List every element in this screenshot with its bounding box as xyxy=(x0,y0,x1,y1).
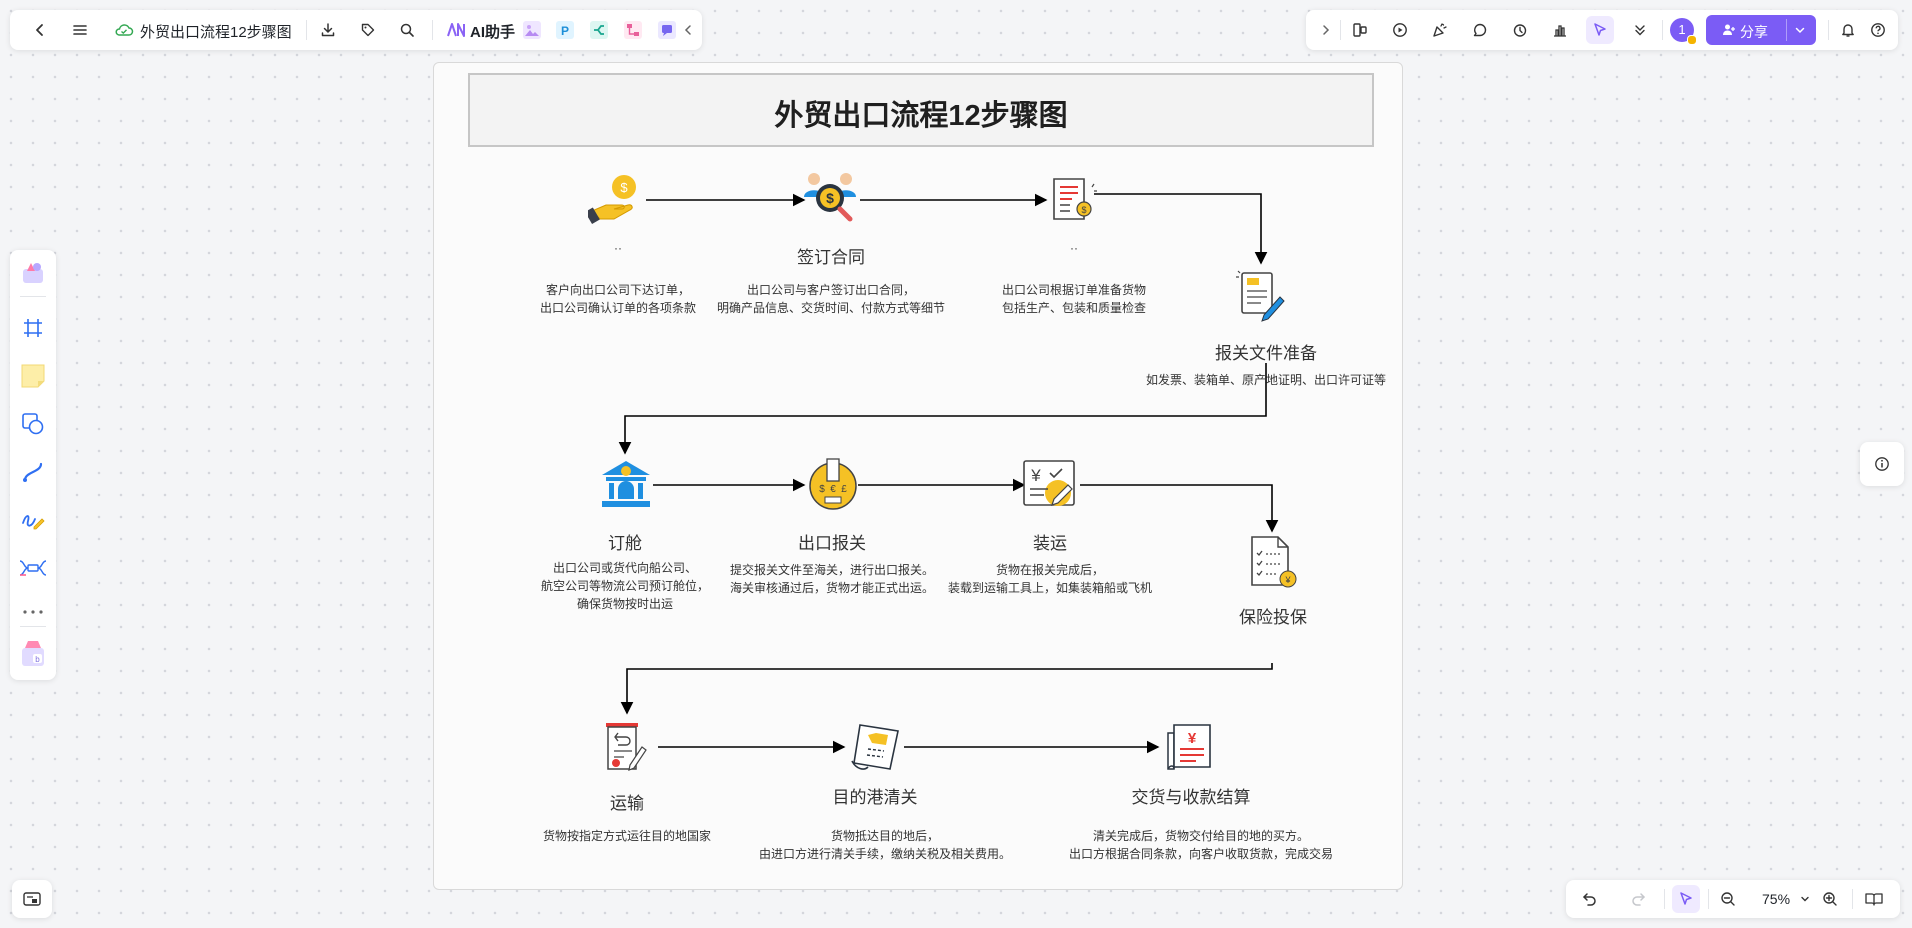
back-icon[interactable] xyxy=(26,16,54,44)
step-title: 签订合同 xyxy=(797,248,865,267)
svg-text:¥: ¥ xyxy=(1030,466,1041,485)
share-dropdown-icon[interactable] xyxy=(1794,24,1806,36)
step-description: 货物在报关完成后， 装载到运输工具上，如集装箱船或飞机 xyxy=(947,563,1152,595)
svg-text:€: € xyxy=(830,484,836,495)
shapes-library-icon[interactable] xyxy=(18,258,48,288)
info-button[interactable] xyxy=(1860,442,1904,486)
svg-text:$: $ xyxy=(620,180,628,195)
present-icon[interactable] xyxy=(1386,16,1414,44)
flow-connectors xyxy=(618,193,1279,754)
svg-text:¥: ¥ xyxy=(1284,575,1291,585)
step-description: 货物抵达目的地后， 由进口方进行清关手续，缴纳关税及相关费用。 xyxy=(758,829,1011,861)
guide-book-icon[interactable] xyxy=(1860,885,1888,913)
shape-icon[interactable] xyxy=(19,410,47,438)
svg-text:£: £ xyxy=(841,484,847,495)
svg-text:$: $ xyxy=(1081,205,1086,215)
share-button[interactable]: 分享 xyxy=(1706,15,1816,45)
step-title: 交货与收款结算 xyxy=(1131,788,1251,807)
step-title: 目的港清关 xyxy=(832,788,918,807)
step-title: 报关文件准备 xyxy=(1215,344,1317,363)
undo-icon[interactable] xyxy=(1576,885,1604,913)
timer-icon[interactable] xyxy=(1506,16,1534,44)
bank-building-icon xyxy=(600,459,652,509)
contract-handshake-icon: $ xyxy=(802,171,860,229)
add-user-icon xyxy=(1722,23,1736,37)
download-icon[interactable] xyxy=(314,16,342,44)
step-title: 保险投保 xyxy=(1239,608,1307,627)
yen-bill-pen-icon: ¥ xyxy=(1022,459,1080,511)
share-label: 分享 xyxy=(1740,24,1768,40)
minimap-toggle[interactable] xyxy=(12,880,52,918)
minimap-icon xyxy=(23,891,41,907)
templates-box-icon[interactable]: b xyxy=(18,636,48,670)
step-description: 出口公司与客户签订出口合同， 明确产品信息、交货时间、付款方式等细节 xyxy=(716,283,945,315)
template-icon[interactable] xyxy=(1346,16,1374,44)
hand-coin-icon: $ xyxy=(588,173,646,227)
ai-ppt-icon[interactable]: P xyxy=(551,16,579,44)
document-title[interactable]: 外贸出口流程12步骤图 xyxy=(140,21,292,42)
zoom-in-icon[interactable] xyxy=(1816,885,1844,913)
step-description: 出口公司根据订单准备货物 包括生产、包装和质量检查 xyxy=(1001,283,1146,315)
shipping-document-icon xyxy=(604,721,650,775)
pen-icon[interactable] xyxy=(19,506,47,534)
avatar-status-badge xyxy=(1687,35,1697,45)
frame-icon[interactable] xyxy=(19,314,47,342)
top-right-toolbar: 1 分享 xyxy=(1306,10,1898,50)
ai-assistant-label[interactable]: AI助手 xyxy=(470,21,515,42)
zoom-dropdown-icon[interactable] xyxy=(1800,894,1810,904)
tag-icon[interactable] xyxy=(354,16,382,44)
cloud-saved-icon xyxy=(110,16,138,44)
comment-icon[interactable] xyxy=(1466,16,1494,44)
svg-text:$: $ xyxy=(826,190,834,206)
step-description: 如发票、装箱单、原产地证明、出口许可证等 xyxy=(1145,373,1386,387)
vote-icon[interactable] xyxy=(1546,16,1574,44)
sticky-note-icon[interactable] xyxy=(19,362,47,390)
yen-receipt-icon: ¥ xyxy=(1164,721,1216,773)
left-toolbar: b xyxy=(10,250,56,680)
ai-assistant-icon[interactable] xyxy=(442,16,470,44)
more-expand-icon[interactable] xyxy=(1626,16,1654,44)
checklist-insurance-icon: ¥ xyxy=(1248,535,1298,589)
menu-icon[interactable] xyxy=(66,16,94,44)
step-title: ·· xyxy=(614,241,622,255)
help-icon[interactable] xyxy=(1864,16,1892,44)
mindmap-icon[interactable] xyxy=(19,554,47,582)
more-tools-icon[interactable] xyxy=(19,598,47,626)
svg-text:b: b xyxy=(35,655,40,664)
customs-list-icon xyxy=(848,721,902,773)
invoice-scroll-icon: $ xyxy=(1048,175,1100,227)
step-title: 装运 xyxy=(1033,534,1067,553)
top-left-toolbar: 外贸出口流程12步骤图 AI助手 P xyxy=(10,10,702,50)
ai-image-icon[interactable] xyxy=(518,16,546,44)
svg-text:$: $ xyxy=(819,484,825,495)
step-description: 清关完成后，货物交付给目的地的买方。 出口方根据合同条款，向客户收取货款，完成交易 xyxy=(1068,829,1333,861)
follow-cursor-icon[interactable] xyxy=(1586,16,1614,44)
search-icon[interactable] xyxy=(393,16,421,44)
ai-mindmap-icon[interactable] xyxy=(585,16,613,44)
zoom-level[interactable]: 75% xyxy=(1762,891,1790,907)
info-icon xyxy=(1874,456,1890,472)
select-cursor-icon[interactable] xyxy=(1672,885,1700,913)
collapse-left-icon[interactable] xyxy=(674,16,702,44)
step-title: 订舱 xyxy=(608,534,642,553)
ai-flowchart-icon[interactable] xyxy=(619,16,647,44)
svg-text:P: P xyxy=(561,24,569,38)
expand-right-icon[interactable] xyxy=(1312,16,1340,44)
customs-declaration-icon: $ € £ xyxy=(806,457,860,511)
zoom-toolbar: 75% xyxy=(1566,880,1900,918)
document-pen-icon xyxy=(1234,267,1290,323)
redo-icon[interactable] xyxy=(1624,885,1652,913)
canvas-board[interactable]: 外贸出口流程12步骤图 $ ·· 客户向出口公司下达订单， 出口公司确认订单的各项… xyxy=(433,62,1403,890)
connector-line-icon[interactable] xyxy=(19,458,47,486)
celebrate-icon[interactable] xyxy=(1426,16,1454,44)
notification-bell-icon[interactable] xyxy=(1834,16,1862,44)
step-title: 出口报关 xyxy=(798,534,866,553)
zoom-out-icon[interactable] xyxy=(1714,885,1742,913)
step-title: 运输 xyxy=(610,794,644,813)
svg-text:¥: ¥ xyxy=(1188,730,1197,747)
step-title: ·· xyxy=(1070,241,1078,255)
